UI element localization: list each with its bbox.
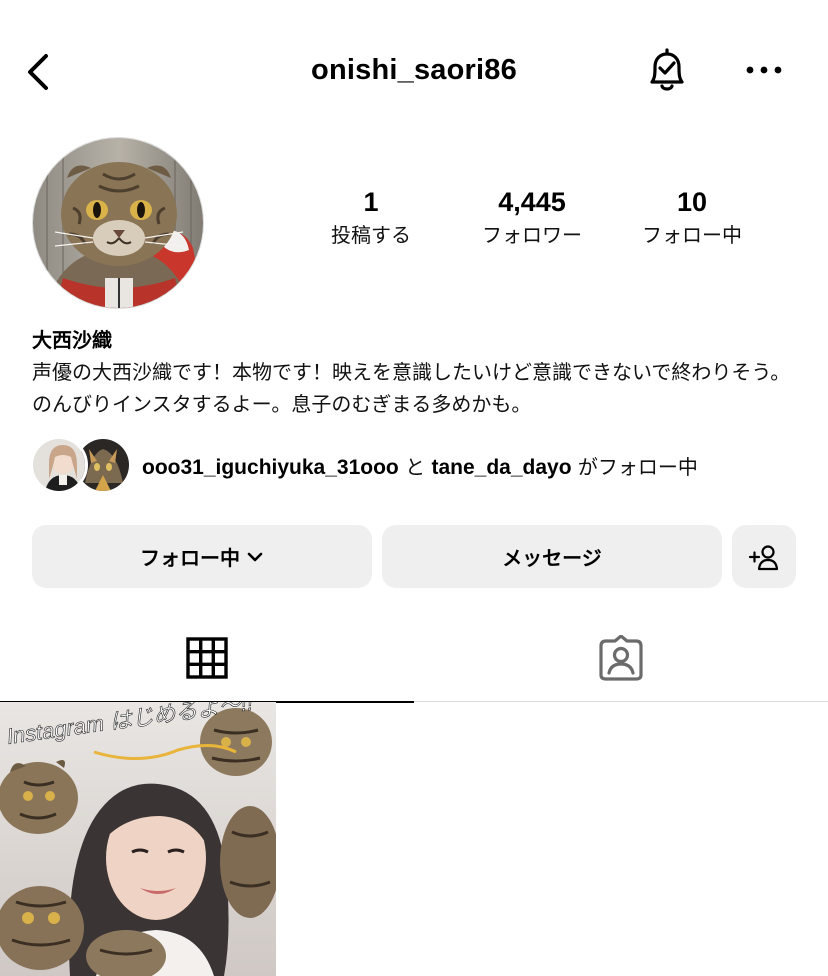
message-button-label: メッセージ <box>502 546 602 570</box>
stat-followers-value: 4,445 <box>498 187 566 217</box>
tagged-person-icon <box>599 635 643 681</box>
stat-following-label: フォロー中 <box>642 223 742 247</box>
mutual-connector: と <box>405 455 426 479</box>
add-person-icon <box>748 544 779 570</box>
message-button[interactable]: メッセージ <box>382 525 722 588</box>
mutual-user-2[interactable]: tane_da_dayo <box>431 456 571 479</box>
mutual-followers-text: ooo31_iguchiyuka_31ooo と tane_da_dayo がフ… <box>142 451 698 480</box>
stat-following[interactable]: 10 フォロー中 <box>612 184 772 250</box>
mutual-user-1[interactable]: ooo31_iguchiyuka_31ooo <box>142 456 399 479</box>
following-button[interactable]: フォロー中 <box>32 525 372 588</box>
post-thumbnail[interactable]: Instagram はじめるよ〜!! <box>0 702 276 976</box>
suggest-users-button[interactable] <box>732 525 796 588</box>
cat-avatar-image <box>33 138 203 308</box>
following-button-label: フォロー中 <box>140 546 240 570</box>
stat-posts[interactable]: 1 投稿する <box>291 184 451 250</box>
profile-avatar[interactable] <box>32 137 204 309</box>
tab-tagged[interactable] <box>414 614 828 702</box>
more-horizontal-icon[interactable] <box>744 58 784 82</box>
stat-followers-label: フォロワー <box>482 223 582 247</box>
tab-posts-grid[interactable] <box>0 614 414 703</box>
stat-posts-value: 1 <box>363 187 379 217</box>
mutual-avatar-1 <box>30 436 88 494</box>
profile-bio: 声優の大西沙織です！本物です！映えを意識したいけど意識できないで終わりそう。のん… <box>32 360 791 416</box>
mutual-suffix: がフォロー中 <box>577 455 698 479</box>
stat-followers[interactable]: 4,445 フォロワー <box>452 184 612 250</box>
grid-icon <box>186 637 228 679</box>
stat-posts-label: 投稿する <box>331 223 411 247</box>
profile-tabs <box>0 614 828 703</box>
bell-check-icon[interactable] <box>644 46 690 96</box>
mutual-followers[interactable]: ooo31_iguchiyuka_31ooo と tane_da_dayo がフ… <box>30 436 812 496</box>
chevron-down-icon <box>247 552 263 561</box>
profile-username: onishi_saori86 <box>311 54 517 86</box>
stat-following-value: 10 <box>676 187 708 217</box>
post-image: Instagram はじめるよ〜!! <box>0 702 276 976</box>
display-name: 大西沙織 <box>32 328 112 352</box>
top-bar: onishi_saori86 <box>0 0 828 140</box>
